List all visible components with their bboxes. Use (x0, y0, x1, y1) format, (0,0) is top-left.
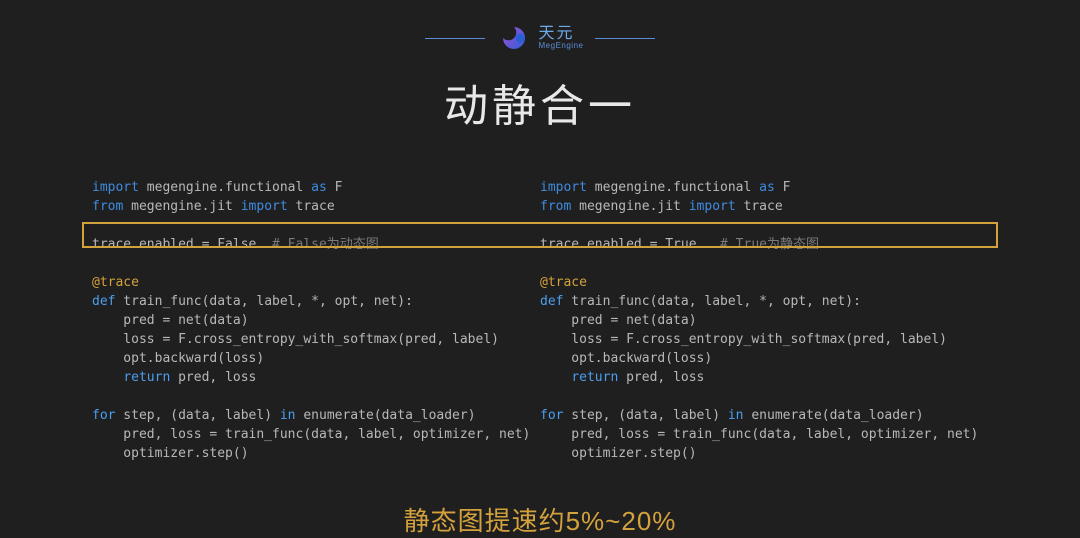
brand-logo: 天元 MegEngine (497, 24, 584, 52)
divider-right (595, 38, 655, 39)
brand-name-cn: 天元 (539, 26, 584, 42)
slide-title: 动静合一 (0, 70, 1080, 134)
brand-name-en: MegEngine (539, 42, 584, 50)
code-left-dynamic: import megengine.functional as F from me… (92, 178, 540, 463)
megengine-logo-icon (497, 24, 531, 52)
performance-claim: 静态图提速约5%~20% (0, 501, 1080, 538)
code-right-static: import megengine.functional as F from me… (540, 178, 988, 463)
code-comparison: import megengine.functional as F from me… (0, 178, 1080, 463)
divider-left (425, 38, 485, 39)
slide-header: 天元 MegEngine (0, 0, 1080, 52)
brand-text: 天元 MegEngine (539, 26, 584, 50)
